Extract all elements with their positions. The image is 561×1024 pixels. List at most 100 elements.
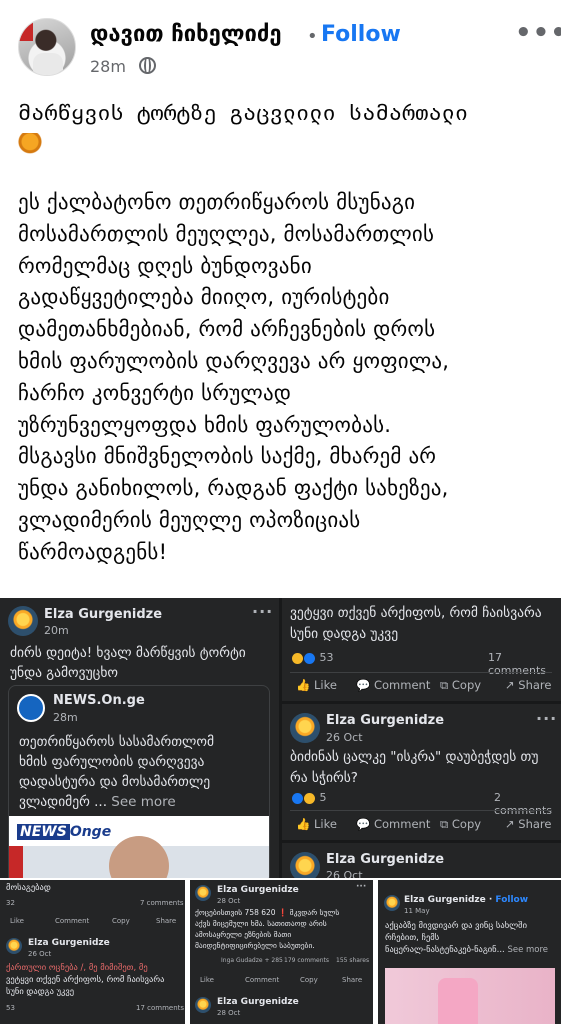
- share-button: ↗ Share: [505, 678, 552, 692]
- cake-emoji-icon: [18, 133, 42, 155]
- tile-text-line: ვეტყვი თქვენ არქიფოს, რომ ჩაისვარა: [6, 975, 165, 985]
- copy-button: ⧉ Copy: [440, 678, 482, 692]
- more-options-icon: ···: [356, 882, 367, 892]
- commenter-avatar: [8, 606, 38, 636]
- tile-comment: Comment: [55, 917, 90, 925]
- reaction-number: 53: [319, 651, 334, 664]
- tile-text-line-end: ნაცერალ-ნასტენაკებ-ნაგინ...: [385, 945, 505, 955]
- post-body-line: გადაწყვეტილება მიიღო, იურისტები: [18, 285, 390, 310]
- tile-text-line: მაიდენტიფიცირებელი საბუთები.: [195, 941, 315, 950]
- tile-comments: 17 comments: [136, 1004, 185, 1012]
- copy-button: ⧉ Copy: [440, 817, 482, 831]
- post-title-text: მარწყვის ტორტზე გაცვლილი სამართალი: [18, 101, 469, 126]
- tile-copy: Copy: [112, 917, 130, 925]
- tile-like: Like: [10, 917, 24, 925]
- news-logo-part: Onge: [69, 824, 112, 840]
- shared-news-card: NEWS.On.ge 28m თეთრიწყაროს სასამართლომ ხ…: [8, 685, 270, 885]
- post-body-line: წარმოადგენს!: [18, 539, 168, 564]
- news-time: 28m: [53, 711, 78, 724]
- news-thumbnail: NEWS Onge: [9, 816, 269, 884]
- post-time[interactable]: 28m: [90, 57, 126, 76]
- news-logo: NEWS Onge: [17, 824, 111, 840]
- tile-avatar: [195, 885, 211, 901]
- tile-text: მოსაგებად: [6, 883, 51, 893]
- post-body-line: უნდა განიხილოს, რადგან ფაქტი სახეზეა,: [18, 476, 449, 501]
- tile-follow: Follow: [495, 895, 529, 905]
- commenter-name: Elza Gurgenidze: [326, 852, 445, 867]
- commenter-name: Elza Gurgenidze: [326, 713, 445, 728]
- tile-text-line: სუნი დადგა უკვე: [6, 987, 75, 997]
- news-logo-part: NEWS: [17, 824, 70, 840]
- comment-label: Comment: [373, 817, 431, 831]
- comment-text-line: უნდა გამოვუცხო: [10, 665, 119, 681]
- share-label: Share: [518, 678, 552, 692]
- commenter-name: Elza Gurgenidze: [44, 607, 163, 622]
- news-source-name: NEWS.On.ge: [53, 693, 145, 708]
- tile-text-line: ქართული ოცნება /, მე მიმიშეთ, მე: [6, 963, 148, 973]
- comment-time: 20m: [44, 624, 69, 637]
- comment-text-line: ძირს დეიტა! ხვალ მარწყვის ტორტი: [10, 645, 246, 661]
- comment-text-line: ბიძინას ცალკე "ისკრა" დაუბეჭდეს თუ: [290, 749, 539, 765]
- news-text-line: დადასტურა და მოსამართლე: [19, 774, 211, 790]
- commenter-avatar: [290, 713, 320, 743]
- post-body-line: ვლადიმერის მეუღლე ოპოზიციას: [18, 507, 361, 532]
- tile-avatar: [384, 895, 400, 911]
- tile-time: 28 Oct: [217, 1009, 241, 1017]
- tile-time: 26 Oct: [28, 950, 52, 958]
- post-body-line: ეს ქალბატონო თეთრიწყაროს მსუნაგი: [18, 190, 416, 214]
- comment-label: Comment: [373, 678, 431, 692]
- tile-comments: 179 comments: [284, 957, 329, 964]
- tile-name: Elza Gurgenidze: [217, 885, 299, 895]
- tile-text-line: ნაცერალ-ნასტენაკებ-ნაგინ... See more: [385, 944, 548, 956]
- news-text-line: ვლადიმერ ... See more: [19, 792, 176, 813]
- see-more-link: See more: [111, 794, 176, 810]
- divider: [282, 701, 561, 704]
- tile-time: 28 Oct: [217, 897, 241, 905]
- post-title: მარწყვის ტორტზე გაცვლილი სამართალი: [18, 98, 548, 164]
- post-body: ეს ქალბატონო თეთრიწყაროს მსუნაგი მოსამარ…: [18, 187, 553, 569]
- tile-reaction-names: Inga Gudadze + 285: [221, 957, 283, 964]
- tile-name-text: Elza Gurgenidze: [404, 895, 486, 905]
- like-button: 👍 Like: [296, 678, 337, 692]
- author-name[interactable]: დავით ჩიხელიძე: [90, 22, 282, 47]
- reaction-number: 5: [319, 791, 327, 804]
- tile-comments: 7 comments: [140, 899, 184, 907]
- more-options-icon[interactable]: •••: [515, 18, 561, 48]
- tile-time: 11 May: [404, 907, 430, 915]
- news-text-line-end: ვლადიმერ ...: [19, 794, 107, 810]
- like-reaction-icon: [292, 792, 303, 804]
- reaction-count: 5: [292, 791, 327, 804]
- post-body-line: დამეთანხმებიან, რომ არჩევნების დროს: [18, 317, 436, 342]
- follow-button[interactable]: Follow: [321, 22, 401, 47]
- haha-reaction-icon: [304, 792, 315, 804]
- post-body-line: ხმის ფარულობის დარღვევა არ ყოფილა,: [18, 348, 450, 373]
- see-more-link: See more: [507, 945, 549, 955]
- tile-shares: 155 shares: [336, 957, 370, 964]
- copy-label: Copy: [451, 817, 482, 831]
- tile-share: Share: [156, 917, 177, 925]
- post-header: დავით ჩიხელიძე • Follow 28m •••: [0, 0, 561, 90]
- tile-name: Elza Gurgenidze: [217, 997, 299, 1007]
- tile-name: Elza Gurgenidze · Follow: [404, 895, 529, 905]
- bottle-image: [438, 978, 478, 1024]
- news-text-line: თეთრიწყაროს სასამართლომ: [19, 734, 215, 750]
- news-avatar: [17, 694, 45, 722]
- tile-reactions: 32: [6, 899, 15, 907]
- post-body-line: მოსამართლის მეუღლეა, მოსამართლის: [18, 221, 435, 246]
- tile-text-line: აქვს მიცემული ხმა. სათითაოდ არის: [195, 919, 327, 928]
- tile-text-line: ამოსაყრელი ეზნების მათი: [195, 930, 292, 939]
- like-button: 👍 Like: [296, 817, 337, 831]
- tile-text-line: რჩებით, ჩემს: [385, 933, 440, 943]
- post-body-line: მსგავსი მნიშვნელობის საქმე, მხარემ არ: [18, 444, 437, 469]
- tile-text-line: ქოცებისთვის 758 620 ❗ მკვდარ სულს: [195, 908, 340, 917]
- tile-avatar: [195, 997, 211, 1013]
- tile-like: Like: [200, 976, 214, 984]
- tile-share: Share: [342, 976, 363, 984]
- news-text-line: ხმის ფარულობის დარღვევა: [19, 754, 205, 770]
- copy-label: Copy: [451, 678, 482, 692]
- like-label: Like: [313, 678, 337, 692]
- post-body-line: ჩარჩო კონვერტი სრულად: [18, 380, 292, 405]
- share-label: Share: [518, 817, 552, 831]
- divider: [290, 810, 552, 811]
- author-avatar[interactable]: [18, 18, 76, 76]
